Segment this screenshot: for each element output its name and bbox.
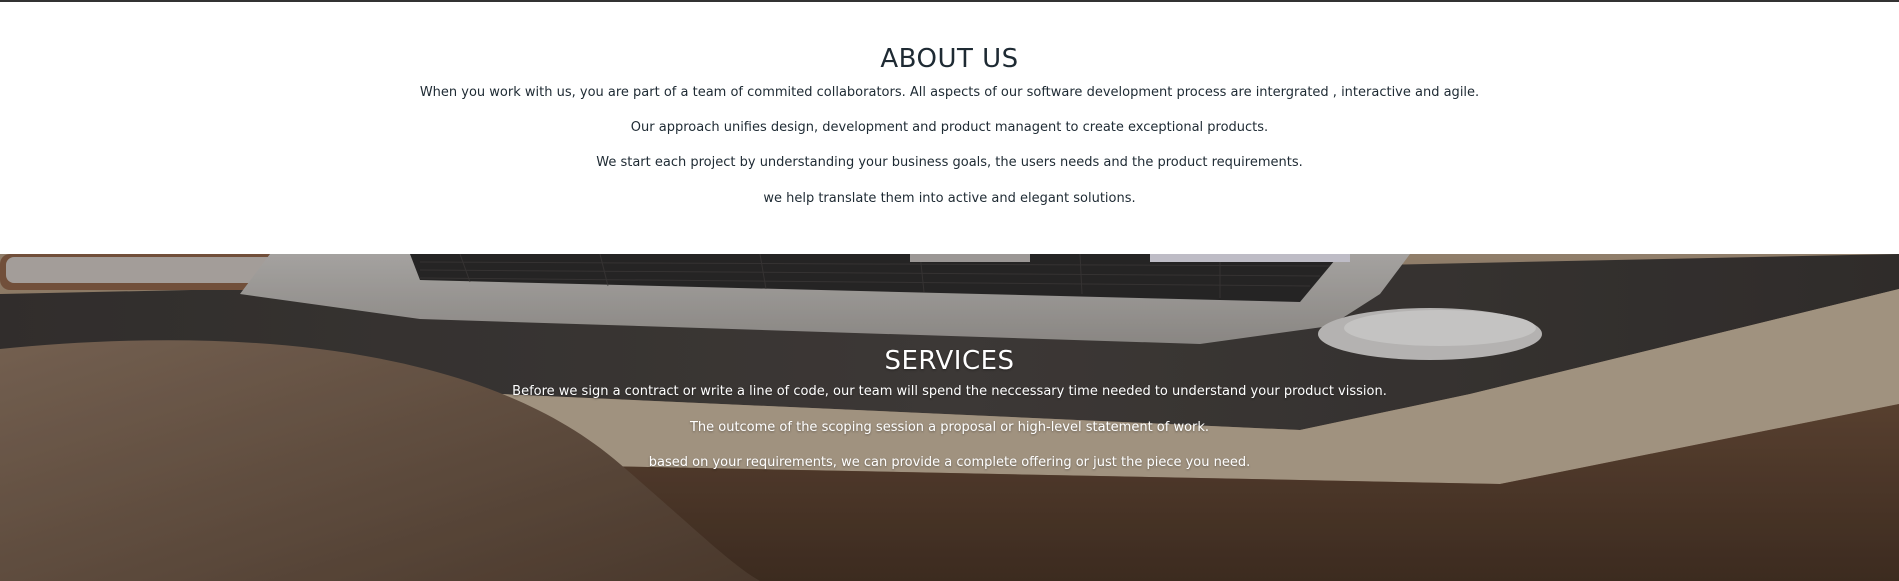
services-paragraph-1: Before we sign a contract or write a lin… xyxy=(512,384,1387,399)
services-paragraph-2: The outcome of the scoping session a pro… xyxy=(689,420,1210,435)
services-paragraph-3: based on your requirements, we can provi… xyxy=(648,455,1251,470)
services-content: SERVICES Before we sign a contract or wr… xyxy=(0,254,1899,472)
services-title: SERVICES xyxy=(884,346,1015,376)
services-section: SERVICES Before we sign a contract or wr… xyxy=(0,254,1899,581)
about-paragraph-3: We start each project by understanding y… xyxy=(596,155,1303,170)
about-paragraph-2: Our approach unifies design, development… xyxy=(630,120,1269,135)
about-paragraph-1: When you work with us, you are part of a… xyxy=(419,85,1480,100)
about-section: ABOUT US When you work with us, you are … xyxy=(0,2,1899,254)
about-title: ABOUT US xyxy=(880,44,1019,74)
about-paragraph-4: we help translate them into active and e… xyxy=(763,191,1136,206)
